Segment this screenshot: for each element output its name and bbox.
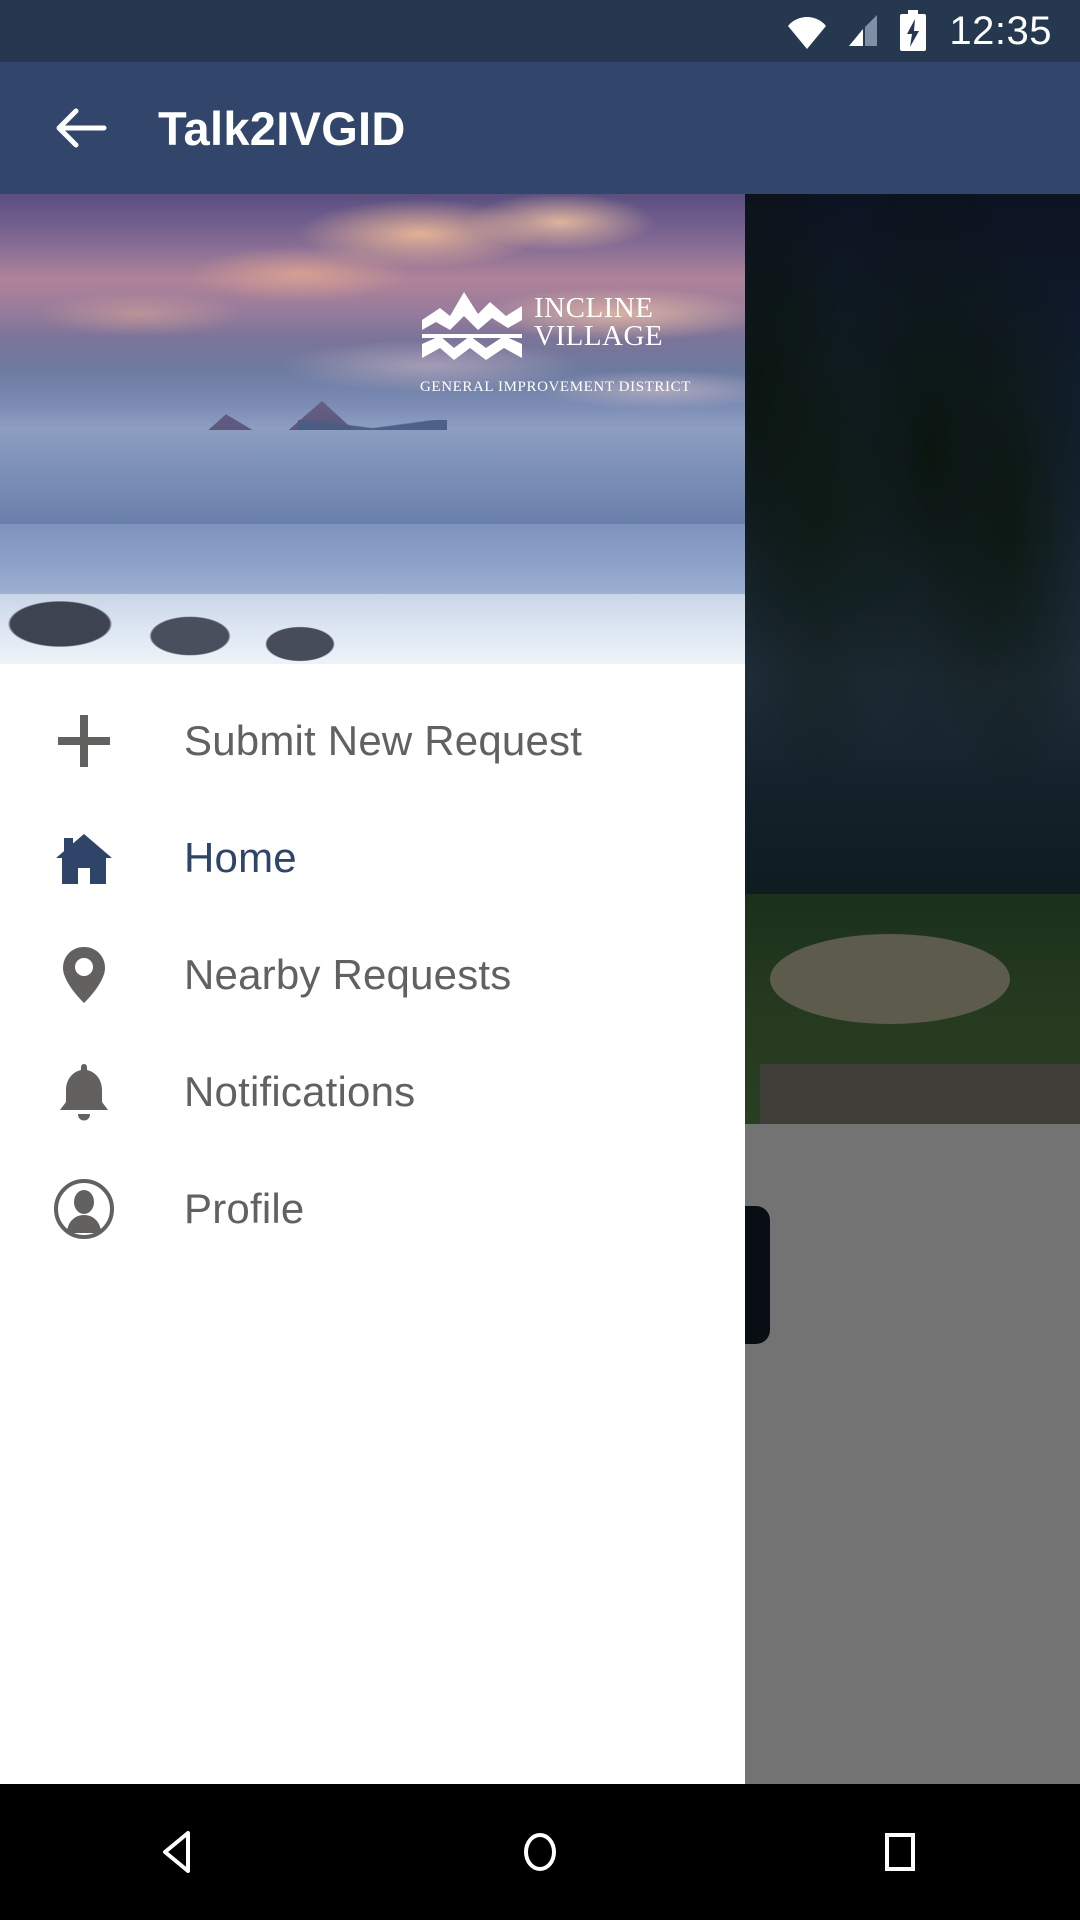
cellular-signal-icon [843,11,883,51]
sidebar-item-label: Home [184,833,297,881]
incline-village-mountain-wave-icon [420,286,524,371]
incline-village-logo: INCLINE VILLAGE GENERAL IMPROVEMENT DIST… [420,286,740,395]
status-bar: 12:35 [0,0,1080,62]
bell-icon [46,1054,122,1130]
logo-subtitle: GENERAL IMPROVEMENT DISTRICT [420,379,691,395]
home-icon [46,820,122,896]
sidebar-item-profile[interactable]: Profile [0,1150,745,1267]
sidebar-item-notifications[interactable]: Notifications [0,1033,745,1150]
logo-line-one: INCLINE [534,292,654,324]
background-sand-bunker [770,934,1010,1024]
status-bar-clock: 12:35 [949,9,1052,53]
app-bar: Talk2IVGID [0,62,1080,194]
drawer-menu: Submit New Request Home Nearby Requests … [0,664,745,1267]
navigation-drawer: INCLINE VILLAGE GENERAL IMPROVEMENT DIST… [0,194,745,1784]
battery-charging-icon [897,9,929,53]
nav-recents-square-icon[interactable] [825,1784,975,1920]
sidebar-item-label: Nearby Requests [184,950,512,998]
sidebar-item-nearby-requests[interactable]: Nearby Requests [0,916,745,1033]
snow-covered-rocks [0,584,420,664]
system-navigation-bar [0,1784,1080,1920]
nav-home-circle-icon[interactable] [465,1784,615,1920]
sidebar-item-home[interactable]: Home [0,799,745,916]
sidebar-item-submit-new-request[interactable]: Submit New Request [0,682,745,799]
sidebar-item-label: Submit New Request [184,716,583,764]
location-pin-icon [46,937,122,1013]
person-circle-icon [46,1171,122,1247]
page-title: Talk2IVGID [158,101,406,155]
sidebar-item-label: Profile [184,1184,305,1232]
nav-back-triangle-icon[interactable] [105,1784,255,1920]
sidebar-item-label: Notifications [184,1067,416,1115]
plus-icon [46,703,122,779]
logo-line-two: VILLAGE [534,320,664,353]
wifi-icon [785,9,829,53]
drawer-header-image: INCLINE VILLAGE GENERAL IMPROVEMENT DIST… [0,194,745,664]
phone-screen: INCLINE VILLAGE GENERAL IMPROVEMENT DIST… [0,0,1080,1920]
back-arrow-icon[interactable] [44,90,120,166]
